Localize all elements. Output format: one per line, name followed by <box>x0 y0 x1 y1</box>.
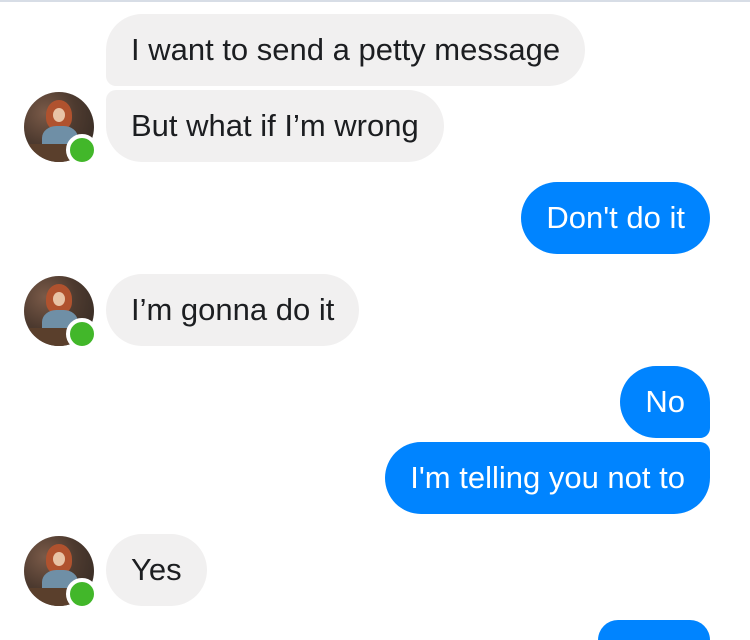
message-thread[interactable]: I want to send a petty message But what … <box>0 0 750 640</box>
message-bubble-outgoing-partial[interactable] <box>598 620 710 640</box>
contact-avatar[interactable] <box>24 536 98 610</box>
message-bubble-incoming[interactable]: I’m gonna do it <box>106 274 360 346</box>
message-bubble-incoming[interactable]: But what if I’m wrong <box>106 90 444 162</box>
message-bubble-outgoing[interactable]: No <box>620 366 710 438</box>
contact-avatar[interactable] <box>24 276 98 350</box>
message-bubble-outgoing[interactable]: Don't do it <box>521 182 710 254</box>
message-bubble-incoming[interactable]: I want to send a petty message <box>106 14 586 86</box>
contact-avatar[interactable] <box>24 92 98 166</box>
online-status-icon <box>66 318 98 350</box>
online-status-icon <box>66 134 98 166</box>
online-status-icon <box>66 578 98 610</box>
message-bubble-incoming[interactable]: Yes <box>106 534 207 606</box>
message-bubble-outgoing[interactable]: I'm telling you not to <box>385 442 710 514</box>
